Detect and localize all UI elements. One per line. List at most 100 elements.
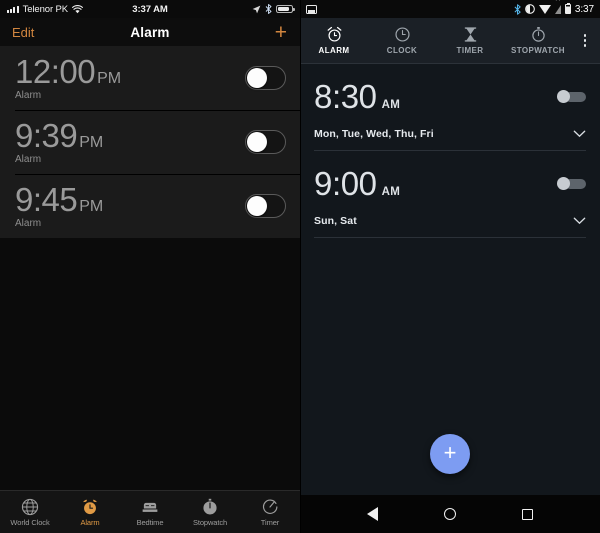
tab-bedtime[interactable]: Bedtime xyxy=(120,498,180,527)
alarm-time-value: 12:00 xyxy=(15,52,96,90)
cellular-off-icon xyxy=(554,0,561,14)
wifi-icon xyxy=(538,4,551,14)
android-status-right: 3:37 xyxy=(514,0,594,15)
toggle-knob xyxy=(557,90,570,103)
tab-label: ALARM xyxy=(318,46,350,55)
bluetooth-icon xyxy=(514,3,521,15)
dot xyxy=(583,34,587,37)
stopwatch-icon xyxy=(203,498,217,514)
alarm-toggle[interactable] xyxy=(245,66,286,90)
alarm-time-value: 9:39 xyxy=(15,116,78,154)
toggle-knob xyxy=(247,132,267,152)
chevron-down-icon[interactable] xyxy=(573,217,586,225)
add-alarm-fab[interactable]: + xyxy=(430,434,470,474)
alarm-label: Alarm xyxy=(15,90,42,102)
alarm-toggle[interactable] xyxy=(556,177,586,190)
ios-alarm-list: 12:00 PM Alarm 9:39 PM Alarm 9:45 PM Ala… xyxy=(0,46,300,238)
alarm-days: Mon, Tue, Wed, Thu, Fri xyxy=(314,128,434,140)
battery-icon xyxy=(276,4,295,14)
tab-alarm[interactable]: Alarm xyxy=(60,498,120,527)
alarm-clock-icon xyxy=(327,26,341,42)
vibrate-icon xyxy=(525,4,535,14)
overflow-menu-button[interactable] xyxy=(572,34,598,47)
recents-square-icon[interactable] xyxy=(522,508,533,520)
alarm-row-bottom: Sun, Sat xyxy=(314,200,586,238)
stopwatch-icon xyxy=(531,27,545,42)
tab-world-clock[interactable]: World Clock xyxy=(0,498,60,527)
chevron-down-icon[interactable] xyxy=(573,130,586,138)
tab-label: TIMER xyxy=(456,46,484,55)
dual-phone-comparison: Telenor PK 3:37 AM Edit Alarm + 12:00 PM… xyxy=(0,0,600,533)
alarm-time[interactable]: 8:30 AM xyxy=(314,80,400,113)
list-item[interactable]: 9:00 AM Sun, Sat xyxy=(314,151,586,238)
alarm-time-value: 9:45 xyxy=(15,180,78,218)
home-circle-icon[interactable] xyxy=(444,508,456,520)
alarm-toggle[interactable] xyxy=(245,194,286,218)
alarm-label: Alarm xyxy=(15,218,42,230)
back-triangle-icon[interactable] xyxy=(367,507,378,521)
dot xyxy=(583,44,587,47)
hourglass-icon xyxy=(464,27,476,42)
ios-empty-area xyxy=(0,238,300,490)
tab-timer[interactable]: Timer xyxy=(240,498,300,527)
tab-stopwatch[interactable]: Stopwatch xyxy=(180,498,240,527)
tab-label: Bedtime xyxy=(136,517,164,527)
list-item[interactable]: 12:00 PM Alarm xyxy=(0,46,300,110)
location-arrow-icon xyxy=(252,5,261,13)
tab-clock[interactable]: CLOCK xyxy=(368,26,436,55)
alarm-info: 12:00 PM Alarm xyxy=(15,52,245,102)
ios-status-bar: Telenor PK 3:37 AM xyxy=(0,0,300,18)
tab-stopwatch[interactable]: STOPWATCH xyxy=(504,26,572,55)
android-nav-bar xyxy=(300,495,600,533)
android-alarm-list: 8:30 AM Mon, Tue, Wed, Thu, Fri 9:00 AM … xyxy=(300,64,600,495)
alarm-time: 9:45 PM xyxy=(15,180,245,218)
tab-label: World Clock xyxy=(10,517,50,527)
ios-status-right xyxy=(252,4,295,14)
bed-icon xyxy=(142,502,158,512)
toggle-knob xyxy=(557,177,570,190)
list-item[interactable]: 8:30 AM Mon, Tue, Wed, Thu, Fri xyxy=(314,64,586,151)
list-item[interactable]: 9:45 PM Alarm xyxy=(0,174,300,238)
alarm-clock-icon xyxy=(83,499,97,514)
timer-icon xyxy=(262,499,278,514)
alarm-days: Sun, Sat xyxy=(314,215,357,227)
android-tab-bar: ALARM CLOCK TIMER STOPWATCH xyxy=(300,18,600,64)
android-clock-app: 3:37 ALARM CLOCK xyxy=(300,0,600,533)
alarm-toggle[interactable] xyxy=(245,130,286,154)
image-notification-icon xyxy=(306,4,317,14)
alarm-time-value: 8:30 xyxy=(314,78,377,115)
ios-clock-app: Telenor PK 3:37 AM Edit Alarm + 12:00 PM… xyxy=(0,0,300,533)
tab-label: Stopwatch xyxy=(192,517,228,527)
alarm-time: 9:39 PM xyxy=(15,116,245,154)
toggle-knob xyxy=(247,196,267,216)
alarm-meridiem: PM xyxy=(97,69,122,87)
add-alarm-button[interactable]: + xyxy=(275,22,287,43)
ios-tab-bar: World Clock Alarm Bedtime Stopwatch Time… xyxy=(0,490,300,533)
alarm-meridiem: PM xyxy=(79,197,104,215)
tab-timer[interactable]: TIMER xyxy=(436,26,504,55)
alarm-row-top: 9:00 AM xyxy=(314,167,586,200)
alarm-meridiem: AM xyxy=(381,99,401,111)
alarm-toggle[interactable] xyxy=(556,90,586,103)
toggle-knob xyxy=(247,68,267,88)
alarm-row-bottom: Mon, Tue, Wed, Thu, Fri xyxy=(314,113,586,151)
tab-alarm[interactable]: ALARM xyxy=(300,26,368,55)
tab-label: STOPWATCH xyxy=(511,46,565,55)
alarm-row-top: 8:30 AM xyxy=(314,80,586,113)
alarm-time[interactable]: 9:00 AM xyxy=(314,167,400,200)
dot xyxy=(583,39,587,42)
bluetooth-icon xyxy=(265,4,272,14)
ios-nav-bar: Edit Alarm + xyxy=(0,18,300,46)
alarm-meridiem: PM xyxy=(79,133,104,151)
tab-label: CLOCK xyxy=(386,46,418,55)
alarm-time: 12:00 PM xyxy=(15,52,245,90)
alarm-label: Alarm xyxy=(15,154,42,166)
alarm-meridiem: AM xyxy=(381,186,401,198)
android-status-time: 3:37 xyxy=(574,3,594,15)
tab-label: Alarm xyxy=(80,517,100,527)
list-item[interactable]: 9:39 PM Alarm xyxy=(0,110,300,174)
tab-label: Timer xyxy=(260,517,280,527)
globe-icon xyxy=(21,498,39,515)
alarm-time-value: 9:00 xyxy=(314,165,377,202)
clock-icon xyxy=(394,27,410,42)
